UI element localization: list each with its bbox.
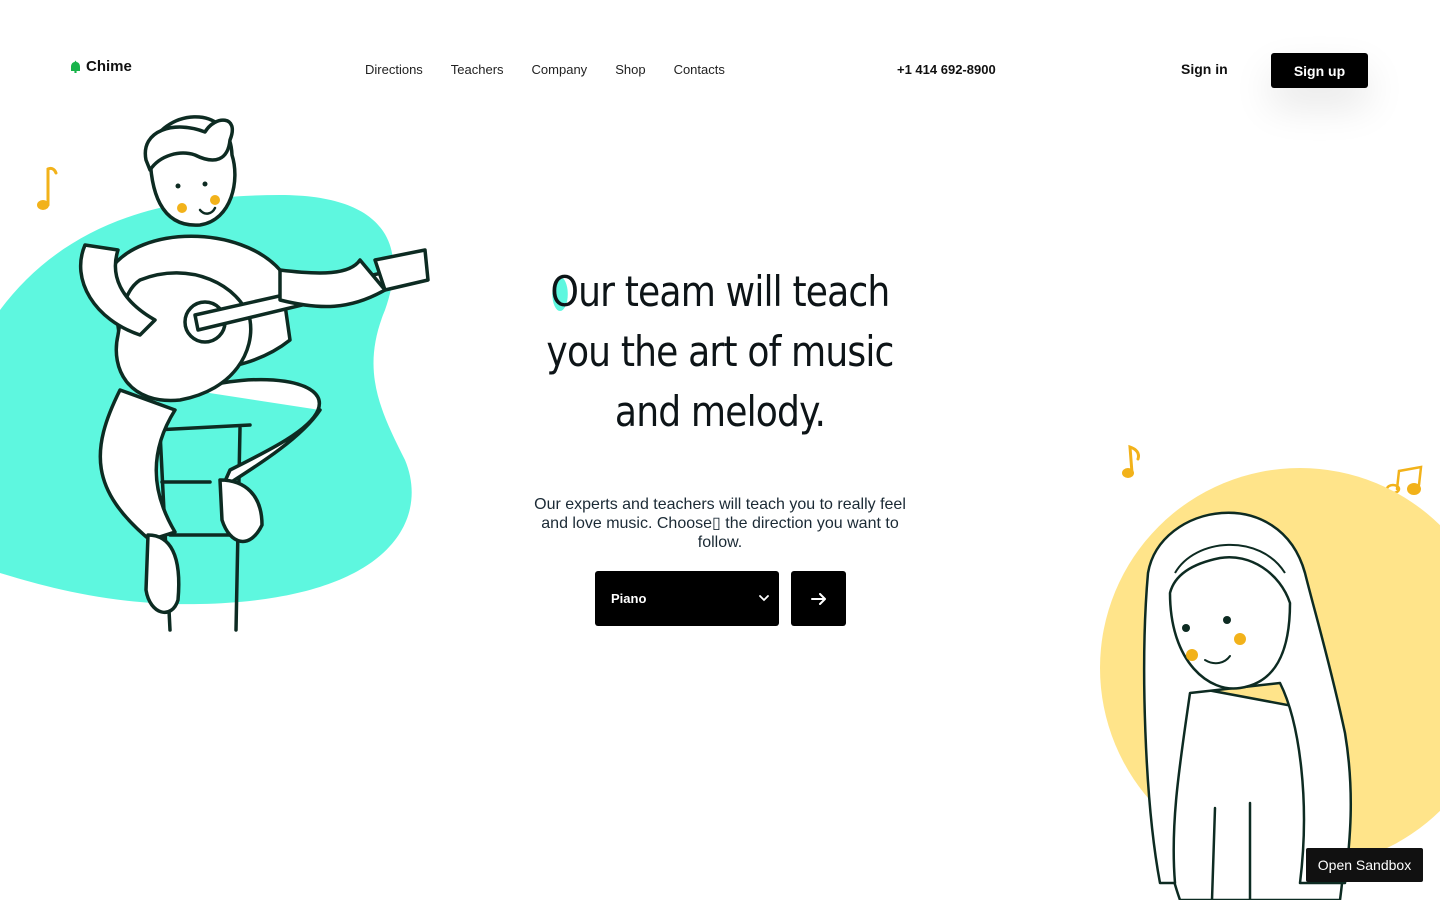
main-nav: Directions Teachers Company Shop Contact…: [365, 62, 725, 77]
brand-name: Chime: [86, 58, 132, 75]
open-sandbox-button[interactable]: Open Sandbox: [1306, 848, 1423, 882]
phone-number[interactable]: +1 414 692-8900: [897, 62, 996, 77]
music-note-icon: [37, 166, 58, 210]
nav-item-directions[interactable]: Directions: [365, 62, 423, 77]
brand-logo[interactable]: Chime: [70, 58, 132, 75]
sign-in-button[interactable]: Sign in: [1181, 61, 1228, 77]
headline-text: ur team will teach you the art of music …: [546, 267, 894, 436]
chevron-down-icon: [759, 595, 769, 602]
nav-item-shop[interactable]: Shop: [615, 62, 645, 77]
bell-icon: [71, 60, 80, 73]
hero-description: Our experts and teachers will teach you …: [534, 496, 906, 551]
guitarist-illustration: [0, 115, 430, 632]
headline-first-letter: O: [550, 267, 579, 316]
hero-headline: Our team will teach you the art of music…: [514, 262, 927, 442]
direction-select-value: Piano: [611, 591, 647, 606]
nav-item-company[interactable]: Company: [532, 62, 588, 77]
singer-illustration: [1100, 468, 1440, 900]
nav-item-contacts[interactable]: Contacts: [674, 62, 725, 77]
arrow-right-icon: [810, 592, 826, 605]
sign-up-button[interactable]: Sign up: [1271, 53, 1368, 88]
direction-select[interactable]: Piano: [595, 571, 779, 626]
nav-item-teachers[interactable]: Teachers: [451, 62, 504, 77]
go-button[interactable]: [791, 571, 846, 626]
